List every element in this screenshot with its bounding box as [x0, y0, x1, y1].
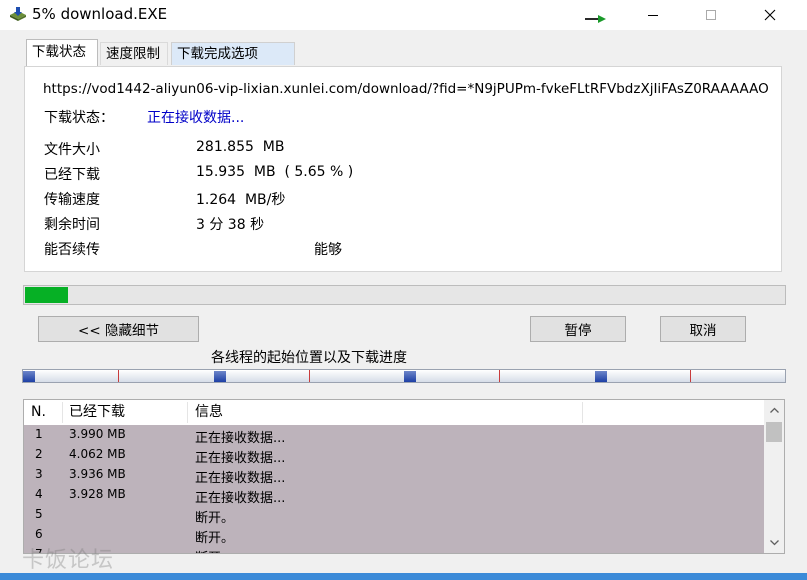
remaining-time-value: 3 分 38 秒 [196, 217, 265, 233]
resume-value: 能够 [314, 242, 342, 258]
watermark: 卡饭论坛 [22, 548, 115, 573]
row-info: 断开。 [195, 547, 234, 553]
thread-segment-divider [309, 370, 310, 382]
status-value: 正在接收数据... [147, 110, 245, 126]
row-number: 1 [35, 427, 43, 441]
column-separator[interactable] [62, 402, 63, 423]
tab-speed-limit[interactable]: 速度限制 [100, 42, 168, 65]
file-size-label: 文件大小 [44, 142, 100, 158]
column-separator[interactable] [582, 402, 583, 423]
thread-segment-divider [499, 370, 500, 382]
file-size-value: 281.855 MB [196, 139, 285, 155]
window-title: 5% download.EXE [32, 5, 168, 23]
thread-segment-divider [690, 370, 691, 382]
table-row[interactable]: 7断开。 [24, 545, 764, 553]
status-panel: https://vod1442-aliyun06-vip-lixian.xunl… [24, 66, 782, 272]
thread-list-header: N. 已经下载 信息 [24, 400, 764, 425]
row-downloaded: 3.936 MB [69, 467, 126, 481]
thread-progress-caption: 各线程的起始位置以及下载进度 [211, 350, 407, 366]
table-row[interactable]: 5 断开。 [24, 505, 764, 526]
maximize-button[interactable] [688, 0, 734, 30]
title-bar[interactable]: 5% download.EXE [0, 0, 807, 30]
row-number: 6 [35, 527, 43, 541]
taskbar-edge [0, 573, 807, 580]
scroll-down-button[interactable] [764, 533, 784, 553]
speed-label: 传输速度 [44, 192, 100, 208]
chevron-up-icon [769, 407, 779, 413]
progress-fill [25, 287, 68, 303]
tab-download-status[interactable]: 下载状态 [26, 39, 98, 66]
thread-start-marker [214, 371, 226, 382]
row-number: 4 [35, 487, 43, 501]
arrow-right-icon [585, 15, 606, 23]
table-row[interactable]: 2 4.062 MB 正在接收数据... [24, 445, 764, 466]
download-url: https://vod1442-aliyun06-vip-lixian.xunl… [43, 81, 768, 97]
hide-details-button[interactable]: << 隐藏细节 [38, 316, 199, 342]
column-header-number[interactable]: N. [31, 400, 46, 425]
row-info: 断开。 [195, 511, 235, 526]
tab-completion-options[interactable]: 下载完成选项 [171, 42, 295, 65]
column-separator[interactable] [187, 402, 188, 423]
column-header-info[interactable]: 信息 [195, 400, 223, 425]
table-row[interactable]: 1 3.990 MB 正在接收数据... [24, 425, 764, 446]
maximize-icon [706, 10, 716, 20]
thread-progress-bar [22, 369, 786, 383]
row-downloaded: 4.062 MB [69, 447, 126, 461]
row-info: 正在接收数据... [195, 431, 286, 446]
close-button[interactable] [747, 0, 793, 30]
resume-label: 能否续传 [44, 242, 100, 258]
download-app-icon [10, 7, 26, 21]
table-row[interactable]: 3 3.936 MB 正在接收数据... [24, 465, 764, 486]
close-icon [764, 9, 776, 21]
thread-list-rows: 1 3.990 MB 正在接收数据... 2 4.062 MB 正在接收数据... 3 3.9… [24, 425, 764, 553]
downloaded-label: 已经下载 [44, 167, 100, 183]
row-downloaded: 3.990 MB [69, 427, 126, 441]
scroll-up-button[interactable] [764, 400, 784, 420]
minimize-button[interactable] [630, 0, 676, 30]
downloaded-value: 15.935 MB ( 5.65 % ) [196, 164, 354, 180]
row-info: 正在接收数据... [195, 471, 286, 486]
row-info: 正在接收数据... [195, 491, 286, 506]
chevron-down-icon [769, 540, 779, 546]
vertical-scrollbar[interactable] [764, 400, 784, 553]
thread-start-marker [595, 371, 607, 382]
minimize-icon [648, 15, 658, 16]
thread-start-marker [404, 371, 416, 382]
row-number: 2 [35, 447, 43, 461]
download-window: 5% download.EXE 下载状态 速度限制 下载完成选项 https:/… [0, 0, 807, 580]
remaining-time-label: 剩余时间 [44, 217, 100, 233]
row-info: 正在接收数据... [195, 451, 286, 466]
table-row[interactable]: 4 3.928 MB 正在接收数据... [24, 485, 764, 506]
thread-start-marker [23, 371, 35, 382]
column-header-downloaded[interactable]: 已经下载 [69, 400, 125, 425]
table-row[interactable]: 6 断开。 [24, 525, 764, 546]
thread-list: N. 已经下载 信息 1 3.990 MB 正在接收数据... 2 4.062 MB 正在… [23, 399, 785, 554]
pause-button[interactable]: 暂停 [530, 316, 626, 342]
scroll-thumb[interactable] [766, 422, 782, 442]
row-info: 断开。 [195, 531, 235, 546]
thread-segment-divider [118, 370, 119, 382]
status-label: 下载状态： [44, 110, 114, 126]
cancel-button[interactable]: 取消 [660, 316, 746, 342]
overall-progress-bar [23, 285, 786, 305]
row-number: 3 [35, 467, 43, 481]
row-number: 5 [35, 507, 43, 521]
speed-value: 1.264 MB/秒 [196, 192, 286, 208]
row-downloaded: 3.928 MB [69, 487, 126, 501]
